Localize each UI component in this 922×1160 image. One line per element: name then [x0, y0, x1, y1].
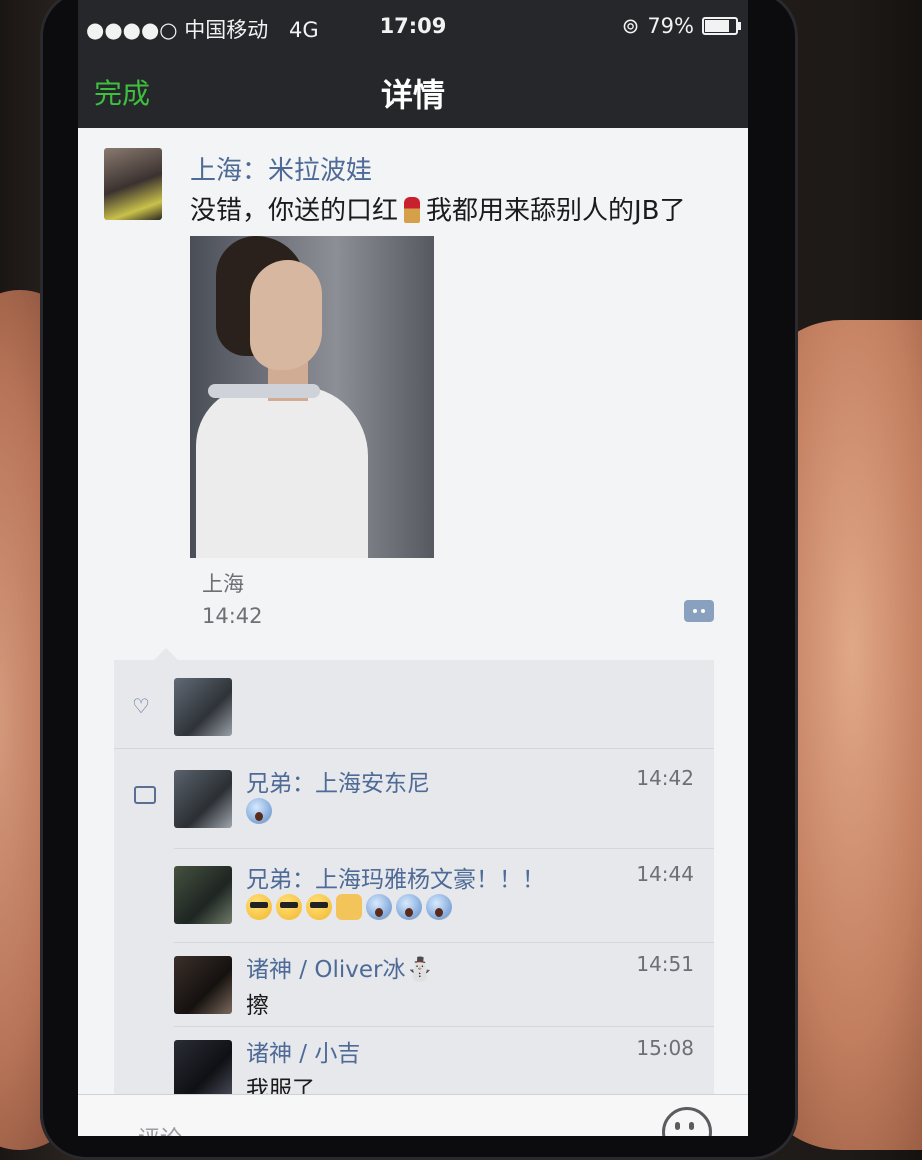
comment-time: 14:42 [636, 766, 694, 790]
commenter-name[interactable]: 兄弟：上海玛雅杨文豪！！！ [246, 860, 545, 894]
battery-icon [702, 17, 741, 35]
scream-emoji-icon [246, 798, 272, 824]
author-name[interactable]: 上海：米拉波娃 [190, 150, 372, 187]
comment-menu-button[interactable] [684, 600, 714, 622]
divider [174, 942, 714, 943]
comment-emojis [246, 798, 272, 824]
commenter-avatar[interactable] [174, 956, 232, 1014]
comment-item[interactable]: 兄弟：上海玛雅杨文豪！！！ 14:44 [114, 856, 714, 942]
post-photo[interactable] [190, 236, 434, 558]
battery-status: ⊚ 79% [621, 14, 741, 38]
scream-emoji-icon [366, 894, 392, 920]
rotation-lock-icon: ⊚ [621, 14, 640, 38]
commenter-avatar[interactable] [174, 1040, 232, 1098]
scream-emoji-icon [396, 894, 422, 920]
post-text-part1: 没错，你送的口红 [190, 196, 399, 226]
nav-bar: 完成 详情 [78, 56, 748, 128]
likes-comments-panel: ♡ 兄弟：上海安东尼 14:42 兄弟：上海玛雅杨文豪！！！ 14:44 诸神 … [114, 648, 714, 1136]
moment-detail: 上海：米拉波娃 没错，你送的口红 我都用来舔别人的JB了 上海 14:42 ♡ 兄… [78, 128, 748, 1136]
photo-face [250, 260, 322, 370]
commenter-avatar[interactable] [174, 770, 232, 828]
photo-dress [196, 386, 368, 558]
emoji-picker-icon[interactable] [662, 1107, 712, 1136]
scream-emoji-icon [426, 894, 452, 920]
comment-item[interactable]: 兄弟：上海安东尼 14:42 [114, 760, 714, 846]
sunglasses-emoji-icon [306, 894, 332, 920]
sunglasses-emoji-icon [246, 894, 272, 920]
comment-bar: 评论 [78, 1094, 748, 1136]
battery-percent: 79% [647, 14, 694, 38]
comment-time: 14:44 [636, 862, 694, 886]
comment-emojis [246, 894, 452, 920]
commenter-avatar[interactable] [174, 866, 232, 924]
lipstick-emoji-icon [404, 197, 421, 223]
divider [174, 848, 714, 849]
post-location[interactable]: 上海 [202, 568, 244, 598]
likes-row: ♡ [114, 660, 714, 749]
post-text-part2: 我都用来舔别人的JB了 [426, 196, 686, 226]
photo-necklace [208, 384, 320, 398]
phone-screen: ●●●●○ 中国移动 4G 17:09 ⊚ 79% 完成 详情 上海：米拉波娃 … [78, 0, 748, 1136]
battery-fill [705, 20, 729, 32]
comment-text: 擦 [246, 993, 269, 1019]
commenter-name[interactable]: 兄弟：上海安东尼 [246, 764, 430, 798]
sunglasses-emoji-icon [276, 894, 302, 920]
heart-icon: ♡ [132, 694, 150, 718]
comment-time: 14:51 [636, 952, 694, 976]
author-avatar[interactable] [104, 148, 162, 220]
page-title: 详情 [380, 76, 445, 114]
post-text: 没错，你送的口红 我都用来舔别人的JB了 [190, 190, 686, 227]
peace-hand-emoji-icon [336, 894, 362, 920]
commenter-name[interactable]: 诸神 / 小吉 [246, 1034, 360, 1068]
status-bar: ●●●●○ 中国移动 4G 17:09 ⊚ 79% [78, 0, 748, 56]
comment-item[interactable]: 诸神 / Oliver冰⛄ 14:51 擦 [114, 946, 714, 1030]
post-time: 14:42 [202, 604, 263, 628]
comment-time: 15:08 [636, 1036, 694, 1060]
commenter-name[interactable]: 诸神 / Oliver冰⛄ [246, 950, 434, 984]
liker-avatar[interactable] [174, 678, 232, 736]
divider [174, 1026, 714, 1027]
comment-input[interactable]: 评论 [138, 1121, 182, 1136]
